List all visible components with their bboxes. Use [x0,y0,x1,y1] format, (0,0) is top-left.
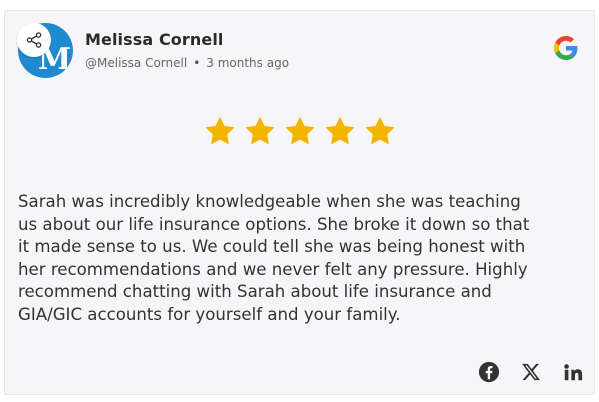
share-button[interactable] [17,23,51,57]
star-icon [365,116,395,145]
reviewer-name[interactable]: Melissa Cornell [85,30,224,49]
share-icon [26,32,42,48]
star-rating [203,115,397,149]
social-share-links [477,360,585,384]
review-time: 3 months ago [206,56,290,70]
x-share-button[interactable] [519,360,543,384]
review-text: Sarah was incredibly knowledgeable when … [18,192,530,324]
star-icon [285,116,315,145]
google-icon [554,36,578,60]
star-icon [325,116,355,145]
star-icon [205,116,235,145]
meta-separator: • [193,56,201,70]
star-icon [245,116,275,145]
review-card: M Melissa Cornell @Melissa Cornell • 3 mon… [4,10,595,395]
facebook-share-button[interactable] [477,360,501,384]
x-icon [522,363,541,381]
linkedin-icon [564,364,583,381]
linkedin-share-button[interactable] [561,360,585,384]
reviewer-handle: @Melissa Cornell [85,56,188,70]
review-meta: @Melissa Cornell • 3 months ago [85,56,289,70]
facebook-icon [478,361,500,383]
